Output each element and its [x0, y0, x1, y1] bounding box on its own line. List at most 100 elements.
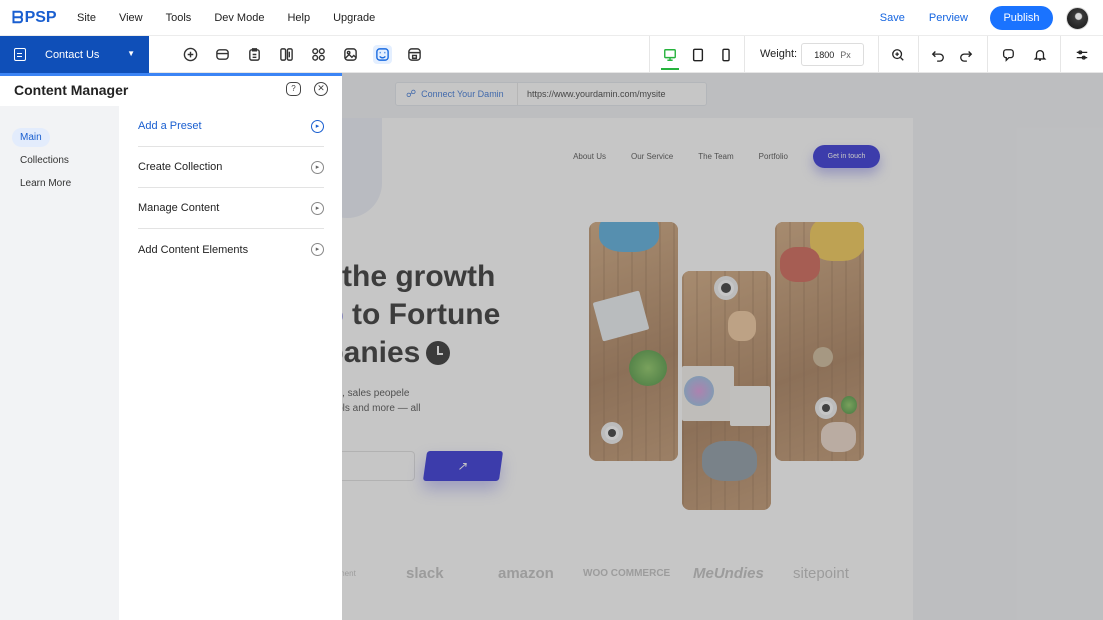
weight-input[interactable]: 1800 Px — [801, 43, 864, 66]
hero-heading-line-1: st the growth — [342, 260, 496, 293]
user-avatar[interactable] — [1066, 6, 1089, 30]
sidebar-item-main[interactable]: Main — [12, 128, 50, 147]
zoom-group — [889, 36, 907, 73]
menu-upgrade[interactable]: Upgrade — [333, 12, 375, 24]
toolbar-divider — [918, 36, 919, 73]
hero-heading-line-3: npanies — [342, 336, 451, 370]
option-manage-content[interactable]: Manage Content ▸ — [138, 188, 324, 229]
toolbar-divider — [878, 36, 879, 73]
toolbar-divider — [987, 36, 988, 73]
weight-unit: Px — [840, 49, 851, 60]
menu-help[interactable]: Help — [287, 12, 310, 24]
chevron-right-icon: ▸ — [311, 201, 324, 215]
option-label: Create Collection — [138, 161, 223, 173]
social-group — [999, 36, 1049, 73]
hero-email-input[interactable] — [342, 451, 415, 481]
media-icon[interactable] — [341, 45, 360, 64]
mobile-icon[interactable] — [716, 36, 736, 73]
option-label: Manage Content — [138, 202, 220, 214]
close-icon[interactable]: ✕ — [314, 82, 328, 96]
clock-icon — [426, 341, 451, 365]
hero-heading-rest: to Fortune — [343, 298, 501, 331]
components-icon[interactable] — [405, 45, 424, 64]
editor-toolbar: Contact Us ▼ Weight: 1800 Px — [0, 36, 1103, 73]
menu-view[interactable]: View — [119, 12, 143, 24]
toolbar-divider — [744, 36, 745, 73]
connect-domain-button[interactable]: ☍ Connect Your Damin — [396, 83, 518, 105]
save-button[interactable]: Save — [880, 12, 905, 24]
sidebar-item-learn-more[interactable]: Learn More — [12, 174, 79, 193]
psp-logo[interactable]: ᗷ PSP — [12, 8, 64, 27]
sidebar-item-collections[interactable]: Collections — [12, 151, 77, 170]
header-actions: Save Perview Publish — [880, 0, 1089, 36]
partner-logo-1: ment — [342, 568, 356, 578]
partner-logos: ment slack amazon WOO COMMERCE MeUndies … — [342, 562, 878, 584]
site-nav-service[interactable]: Our Service — [631, 152, 673, 161]
decorative-blob — [342, 118, 382, 218]
site-nav-about[interactable]: About Us — [573, 152, 606, 161]
undo-icon[interactable] — [929, 46, 947, 64]
menu-site[interactable]: Site — [77, 12, 96, 24]
main-menu: Site View Tools Dev Mode Help Upgrade — [77, 0, 398, 36]
partner-logo-woocommerce: WOO COMMERCE — [583, 567, 671, 579]
help-icon[interactable]: ? — [286, 82, 301, 96]
link-icon: ☍ — [406, 88, 417, 100]
content-manager-header: Content Manager ? ✕ — [0, 76, 342, 106]
chevron-right-icon: ▸ — [311, 243, 324, 256]
hero-submit-button[interactable]: ↗ — [422, 451, 504, 481]
hero-heading-line-2: up to Fortune — [342, 298, 500, 332]
apps-grid-icon[interactable] — [309, 45, 328, 64]
partner-logo-slack: slack — [406, 564, 444, 582]
zoom-in-icon[interactable] — [889, 46, 907, 64]
hero-photo-left — [589, 222, 678, 461]
desktop-icon[interactable] — [660, 36, 680, 73]
option-label: Add a Preset — [138, 120, 202, 132]
menu-tools[interactable]: Tools — [166, 12, 192, 24]
layers-icon[interactable] — [213, 45, 232, 64]
clipboard-icon[interactable] — [245, 45, 264, 64]
chevron-down-icon: ▼ — [127, 49, 135, 58]
site-nav-portfolio[interactable]: Portfolio — [759, 152, 788, 161]
hero-photo-middle — [682, 271, 771, 510]
redo-icon[interactable] — [957, 46, 975, 64]
weight-value: 1800 — [814, 49, 835, 60]
toolbar-divider — [1060, 36, 1061, 73]
get-in-touch-button[interactable]: Get in touch — [813, 145, 880, 168]
top-menu-bar: ᗷ PSP Site View Tools Dev Mode Help Upgr… — [0, 0, 1103, 36]
option-add-content-elements[interactable]: Add Content Elements ▸ — [138, 229, 324, 270]
option-add-a-preset[interactable]: Add a Preset ▸ — [138, 106, 324, 147]
hero-heading-line-3-text: npanies — [342, 336, 421, 369]
notifications-icon[interactable] — [1031, 46, 1049, 64]
device-switcher — [660, 36, 744, 73]
content-manager-panel: Content Manager ? ✕ Main Collections Lea… — [0, 73, 342, 620]
logo-text: PSP — [24, 9, 57, 26]
settings-sliders-icon[interactable] — [1073, 46, 1091, 64]
add-icon[interactable] — [181, 45, 200, 64]
partner-logo-meundies: MeUndies — [693, 564, 764, 582]
menu-dev-mode[interactable]: Dev Mode — [214, 12, 264, 24]
logo-mark-icon: ᗷ — [12, 8, 24, 27]
content-manager-icon[interactable] — [373, 45, 392, 64]
option-label: Add Content Elements — [138, 243, 249, 256]
hero-description: ads, sales peopele tools and more — all … — [342, 388, 421, 414]
arrow-up-right-icon: ↗ — [456, 459, 470, 473]
page-selector-dropdown[interactable]: Contact Us ▼ — [0, 36, 149, 73]
partner-logo-amazon: amazon — [498, 564, 554, 582]
columns-icon[interactable] — [277, 45, 296, 64]
hero-photo-right — [775, 222, 864, 461]
content-manager-sidebar: Main Collections Learn More — [0, 106, 119, 620]
domain-bar: ☍ Connect Your Damin https://www.yourdam… — [395, 82, 707, 106]
publish-button[interactable]: Publish — [990, 6, 1053, 30]
settings-group — [1073, 36, 1091, 73]
site-nav-team[interactable]: The Team — [698, 152, 733, 161]
site-preview[interactable]: About Us Our Service The Team Portfolio … — [342, 118, 913, 620]
preview-button[interactable]: Perview — [929, 12, 968, 24]
option-create-collection[interactable]: Create Collection ▸ — [138, 147, 324, 188]
page-selector-label: Contact Us — [45, 48, 100, 61]
tablet-icon[interactable] — [688, 36, 708, 73]
site-url[interactable]: https://www.yourdamin.com/mysite — [518, 89, 666, 99]
connect-domain-label: Connect Your Damin — [421, 89, 504, 99]
comments-icon[interactable] — [999, 46, 1017, 64]
toolbar-divider — [649, 36, 650, 73]
partner-logo-sitepoint: sitepoint — [793, 564, 849, 582]
